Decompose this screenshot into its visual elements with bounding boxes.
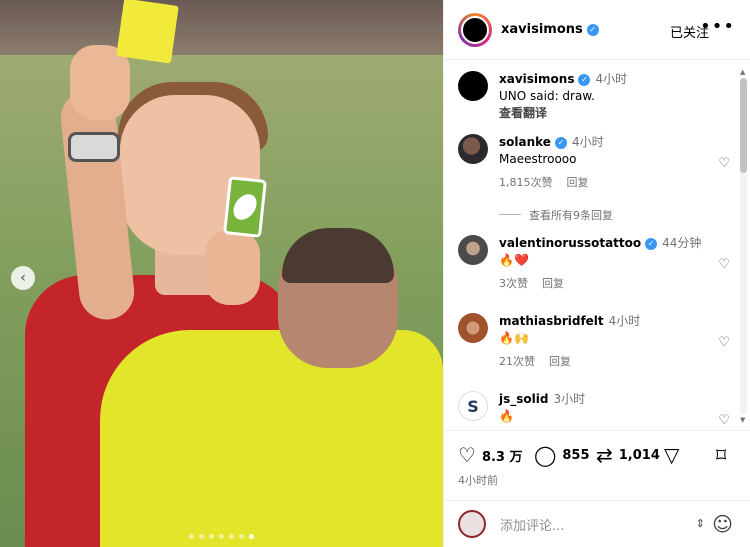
- emoji-icon[interactable]: ☺: [712, 512, 733, 536]
- comment-likes[interactable]: 3次赞: [499, 277, 528, 290]
- author-username-text[interactable]: xavisimons: [501, 22, 583, 37]
- comment-icon: ◯: [534, 443, 557, 467]
- view-replies-text[interactable]: 查看所有9条回复: [529, 209, 613, 222]
- reply-button[interactable]: 回复: [549, 355, 571, 368]
- avatar[interactable]: [458, 71, 488, 101]
- comment-text: 🔥❤️: [499, 253, 529, 267]
- comment-count: 855: [562, 447, 590, 463]
- post-image[interactable]: ‹: [0, 0, 443, 547]
- scrollbar[interactable]: ▲ ▼: [740, 68, 747, 424]
- avatar[interactable]: [458, 313, 488, 343]
- view-replies-button[interactable]: 查看所有9条回复: [499, 207, 613, 223]
- post-header: xavisimons ✓ 已关注 •••: [444, 0, 750, 60]
- comment-likes[interactable]: 1,815次赞: [499, 176, 553, 189]
- share-button[interactable]: ▽: [664, 443, 685, 467]
- verified-icon: ✓: [578, 74, 591, 86]
- carousel-dots: [0, 534, 443, 539]
- comment-time: 4小时: [608, 314, 641, 328]
- comment-username[interactable]: solanke: [499, 135, 551, 149]
- stadium-crowd: [0, 0, 443, 55]
- avatar[interactable]: S: [458, 391, 488, 421]
- avatar[interactable]: [458, 134, 488, 164]
- heart-icon[interactable]: ♡: [718, 156, 730, 171]
- referee-shirt: [100, 330, 443, 547]
- post-viewer: ‹ xavisimons ✓ 已关注 ••• xavisimons ✓ 4小时 …: [0, 0, 750, 547]
- bookmark-icon: ⌑: [716, 443, 727, 467]
- comments-list[interactable]: xavisimons ✓ 4小时 UNO said: draw. 查看翻译 sola…: [444, 61, 750, 430]
- comment-text: 🔥: [499, 409, 514, 423]
- avatar[interactable]: [458, 235, 488, 265]
- comment-username[interactable]: valentinorussotattoo: [499, 236, 641, 250]
- comment-time: 4小时: [571, 135, 604, 149]
- heart-icon[interactable]: ♡: [718, 413, 730, 428]
- scroll-up-arrow[interactable]: ▲: [740, 68, 745, 76]
- carousel-dot: [229, 534, 234, 539]
- translate-link[interactable]: 查看翻译: [499, 105, 709, 122]
- repost-icon: ⇄: [596, 443, 613, 467]
- scrollbar-thumb[interactable]: [740, 78, 747, 173]
- player-hand: [205, 230, 260, 305]
- carousel-dot: [189, 534, 194, 539]
- repost-count: 1,014: [618, 447, 660, 463]
- yellow-card: [116, 0, 179, 64]
- comment-input[interactable]: 添加评论...: [500, 515, 564, 534]
- chevron-left-icon: ‹: [20, 270, 26, 286]
- comment-time: 44分钟: [662, 236, 702, 250]
- like-button[interactable]: ♡ 8.3 万: [458, 443, 523, 467]
- post-time: 4小时前: [458, 474, 498, 487]
- heart-icon[interactable]: ♡: [718, 335, 730, 350]
- reply-button[interactable]: 回复: [567, 176, 589, 189]
- caption-text: UNO said: draw.: [499, 89, 595, 103]
- comment-time: 3小时: [553, 392, 586, 406]
- verified-icon: ✓: [645, 238, 658, 250]
- save-button[interactable]: ⌑: [716, 443, 732, 467]
- share-icon: ▽: [664, 443, 680, 467]
- comment-username[interactable]: mathiasbridfelt: [499, 314, 604, 328]
- carousel-dot-active: [249, 534, 254, 539]
- caption-time: 4小时: [595, 72, 628, 86]
- reply-button[interactable]: 回复: [542, 277, 564, 290]
- action-bar: ♡ 8.3 万 ◯ 855 ⇄ 1,014 ▽ ⌑ 4小时前: [444, 430, 750, 500]
- carousel-dot: [219, 534, 224, 539]
- comment-likes[interactable]: 21次赞: [499, 355, 535, 368]
- carousel-dot: [239, 534, 244, 539]
- smartwatch: [68, 132, 120, 162]
- verified-icon: ✓: [586, 24, 599, 36]
- avatar: [458, 510, 486, 538]
- comment-username[interactable]: js_solid: [499, 392, 548, 406]
- comment-text: 🔥🙌: [499, 331, 529, 345]
- heart-icon[interactable]: ♡: [718, 257, 730, 272]
- sort-icon[interactable]: ⇕: [696, 517, 705, 530]
- previous-slide-button[interactable]: ‹: [11, 266, 35, 290]
- heart-icon: ♡: [458, 443, 476, 467]
- carousel-dot: [209, 534, 214, 539]
- more-options-icon[interactable]: •••: [700, 16, 735, 37]
- verified-icon: ✓: [554, 137, 567, 149]
- carousel-dot: [199, 534, 204, 539]
- uno-reverse-card: [223, 176, 267, 238]
- like-count: 8.3 万: [481, 449, 523, 465]
- comment-button[interactable]: ◯ 855: [534, 443, 590, 467]
- avatar[interactable]: [458, 12, 492, 47]
- comment-text: Maeestroooo: [499, 152, 577, 166]
- author-username[interactable]: xavisimons ✓: [501, 22, 599, 37]
- caption-username[interactable]: xavisimons: [499, 72, 574, 86]
- scroll-down-arrow[interactable]: ▼: [740, 416, 745, 424]
- repost-button[interactable]: ⇄ 1,014: [596, 443, 660, 467]
- comment-composer: 添加评论... ⇕ ☺: [444, 500, 750, 547]
- post-side-panel: xavisimons ✓ 已关注 ••• xavisimons ✓ 4小时 UNO s…: [443, 0, 750, 547]
